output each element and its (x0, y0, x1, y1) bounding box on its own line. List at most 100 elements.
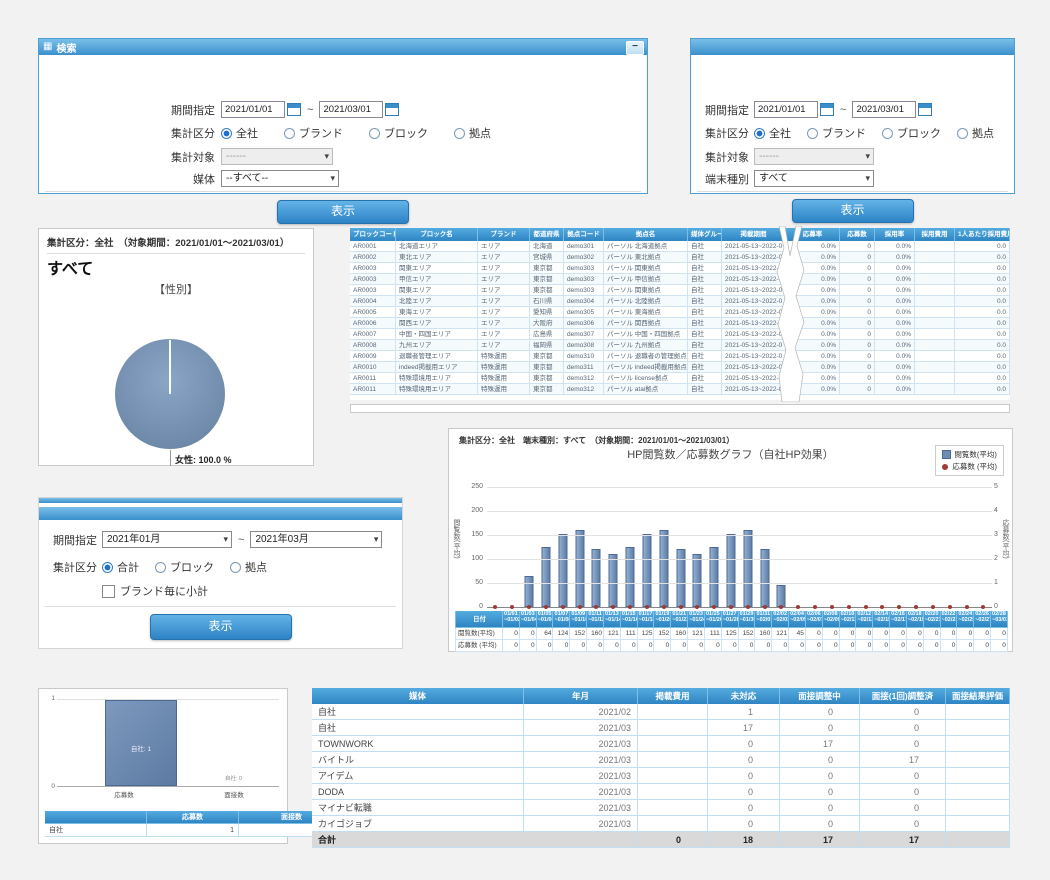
radio-option[interactable]: ブロック (369, 125, 428, 141)
form-titlebar (39, 507, 402, 520)
cell: 東北エリア (396, 252, 478, 263)
radio-circle[interactable] (221, 128, 232, 139)
target-select[interactable]: ------ (754, 148, 874, 165)
bar (592, 549, 601, 607)
cell: 宮城県 (530, 252, 564, 263)
radio-label: ブランド (299, 125, 343, 141)
show-button[interactable]: 表示 (150, 614, 292, 640)
period-from-input[interactable] (754, 101, 818, 118)
cell: 0 (520, 628, 537, 640)
radio-label: ブロック (897, 125, 941, 141)
month-from-select[interactable]: 2021年01月 (102, 531, 232, 548)
media-select[interactable]: --すべて-- (221, 170, 339, 187)
cell: 0 (860, 816, 946, 832)
radio-option[interactable]: 拠点 (230, 559, 267, 575)
device-select[interactable]: すべて (754, 170, 874, 187)
applications-point (645, 605, 649, 609)
cell (915, 263, 955, 274)
cell (915, 307, 955, 318)
small-chart-table: 応募数面接数自社1 (45, 811, 345, 837)
zero-annotation: 自社: 0 (225, 774, 242, 782)
radio-circle[interactable] (807, 128, 818, 139)
cell: 0 (722, 640, 739, 652)
brand-subtotal-checkbox[interactable] (102, 585, 115, 598)
right-axis-label: 応募数(平均) (1000, 519, 1010, 559)
radio-circle[interactable] (957, 128, 968, 139)
column-header: 1人あたり採用費用 (955, 228, 1010, 241)
cell: 0 (873, 640, 890, 652)
radio-circle[interactable] (454, 128, 465, 139)
radio-option[interactable]: 拠点 (454, 125, 491, 141)
applications-point (965, 605, 969, 609)
show-button[interactable]: 表示 (792, 199, 914, 223)
period-to-input[interactable] (852, 101, 916, 118)
radio-label: ブランド (822, 125, 866, 141)
cell: 0.0% (875, 307, 915, 318)
radio-option[interactable]: ブランド (807, 125, 866, 141)
column-header: 02/28 ~03/01 (991, 611, 1008, 628)
column-header: 日付 (455, 611, 503, 628)
calendar-icon[interactable] (820, 103, 834, 116)
gridline (487, 487, 992, 488)
radio-option[interactable]: 全社 (221, 125, 258, 141)
chart-column (571, 487, 588, 607)
radio-circle[interactable] (284, 128, 295, 139)
radio-option[interactable]: ブロック (155, 559, 214, 575)
show-button[interactable]: 表示 (277, 200, 409, 224)
radio-option[interactable]: 拠点 (957, 125, 994, 141)
cell: 0.0 (955, 362, 1010, 373)
radio-option[interactable]: ブロック (882, 125, 941, 141)
column-header: 拠点コード (564, 228, 604, 241)
radio-circle[interactable] (230, 562, 241, 573)
radio-circle[interactable] (882, 128, 893, 139)
cell: 0 (873, 628, 890, 640)
cell: 111 (621, 628, 638, 640)
minimize-button[interactable]: − (626, 41, 644, 55)
applications-point (864, 605, 868, 609)
chart-column (790, 487, 807, 607)
cell: パーソル 甲信拠点 (604, 274, 688, 285)
radio-circle[interactable] (369, 128, 380, 139)
cell: 自社 (688, 362, 722, 373)
radio-label: 合計 (117, 559, 139, 575)
cell: 0 (780, 752, 860, 768)
column-header: 都道府県 (530, 228, 564, 241)
radio-option[interactable]: 合計 (102, 559, 139, 575)
calendar-icon[interactable] (385, 103, 399, 116)
radio-circle[interactable] (155, 562, 166, 573)
device-label: 端末種別 (691, 171, 749, 187)
gender-pie-panel: 集計区分：全社 （対象期間：2021/01/01～2021/03/01） すべて… (38, 228, 314, 466)
radio-option[interactable]: ブランド (284, 125, 343, 141)
cell: 0.0 (955, 329, 1010, 340)
cell: 2021/03 (524, 800, 638, 816)
cell: 125 (722, 628, 739, 640)
period-to-input[interactable] (319, 101, 383, 118)
table-row: AR0003甲信エリアエリア東京都demo303パーソル 甲信拠点自社2021-… (350, 274, 1010, 285)
cell: 特殊運用 (478, 351, 530, 362)
bar (676, 549, 685, 607)
radio-option[interactable]: 全社 (754, 125, 791, 141)
radio-label: 全社 (769, 125, 791, 141)
applications-point (981, 605, 985, 609)
y-tick-1: 1 (45, 695, 55, 702)
period-from-input[interactable] (221, 101, 285, 118)
cell: AR0005 (350, 307, 396, 318)
column-header: 02/14 ~02/15 (873, 611, 890, 628)
month-to-select[interactable]: 2021年03月 (250, 531, 382, 548)
cell: 0 (708, 768, 780, 784)
calendar-icon[interactable] (287, 103, 301, 116)
target-select[interactable]: ------ (221, 148, 333, 165)
cell: 0.0 (955, 252, 1010, 263)
table-row: 自社2021/02100 (312, 704, 1010, 720)
calendar-icon[interactable] (918, 103, 932, 116)
cell (915, 362, 955, 373)
radio-circle[interactable] (754, 128, 765, 139)
applications-point (611, 605, 615, 609)
cell: パーソル 関東拠点 (604, 263, 688, 274)
cell: エリア (478, 241, 530, 252)
cell: 17 (780, 832, 860, 848)
radio-circle[interactable] (102, 562, 113, 573)
cell: 0.0% (875, 340, 915, 351)
cell: 東京都 (530, 263, 564, 274)
column-header: 02/22 ~02/23 (941, 611, 958, 628)
